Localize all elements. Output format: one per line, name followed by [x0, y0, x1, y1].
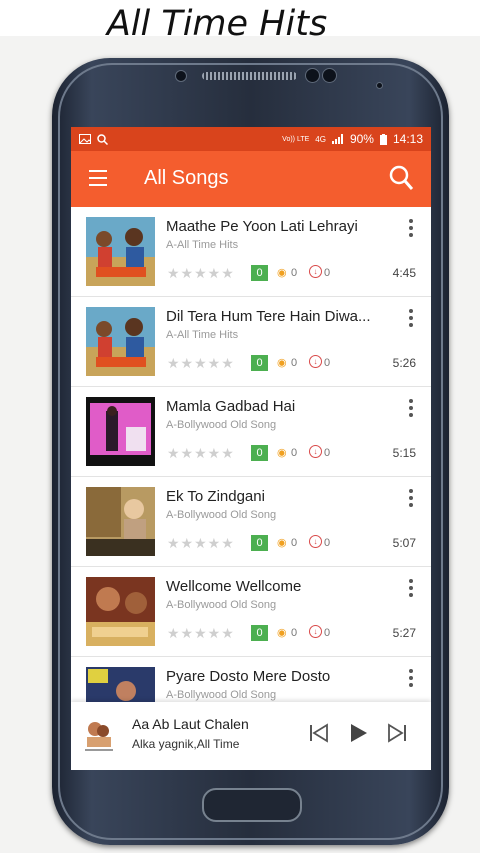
- song-list: Maathe Pe Yoon Lati Lehrayi A-All Time H…: [71, 207, 431, 747]
- more-options-icon[interactable]: [409, 399, 413, 420]
- download-icon: ↓: [309, 445, 322, 458]
- home-button[interactable]: [202, 788, 302, 822]
- album-art-thumbnail: [86, 217, 155, 286]
- volte-label: Vo)) LTE: [282, 135, 310, 143]
- view-count: 0: [291, 357, 298, 369]
- app-bar: All Songs: [71, 151, 431, 207]
- led-icon: [376, 82, 383, 89]
- album-art-thumbnail: [86, 307, 155, 376]
- download-count: 0: [324, 447, 331, 459]
- more-options-icon[interactable]: [409, 219, 413, 240]
- song-list-item[interactable]: Wellcome Wellcome A-Bollywood Old Song ★…: [71, 567, 431, 657]
- network-type: 4G: [315, 134, 326, 144]
- download-icon: ↓: [309, 355, 322, 368]
- song-title: Mamla Gadbad Hai: [166, 398, 296, 415]
- song-album: A-Bollywood Old Song: [166, 689, 277, 701]
- download-icon: ↓: [309, 535, 322, 548]
- song-title: Ek To Zindgani: [166, 488, 265, 505]
- more-options-icon[interactable]: [409, 579, 413, 600]
- now-playing-artist: Alka yagnik,All Time: [132, 737, 240, 751]
- song-title: Maathe Pe Yoon Lati Lehrayi: [166, 218, 358, 235]
- eye-icon: ◉: [277, 357, 287, 369]
- now-playing-thumbnail: [81, 715, 117, 755]
- download-count: 0: [324, 537, 331, 549]
- status-bar: Vo)) LTE 4G 90% 14:13: [71, 127, 431, 151]
- song-album: A-Bollywood Old Song: [166, 599, 277, 611]
- star-rating[interactable]: ★★★★★: [167, 535, 235, 552]
- phone-screen: Vo)) LTE 4G 90% 14:13 All Songs Maathe P…: [71, 127, 431, 770]
- song-album: A-All Time Hits: [166, 239, 239, 251]
- song-duration: 5:27: [392, 626, 416, 640]
- song-title: Wellcome Wellcome: [166, 578, 302, 595]
- eye-icon: ◉: [277, 627, 287, 639]
- battery-percent: 90%: [349, 132, 374, 146]
- download-icon: ↓: [309, 265, 322, 278]
- page-title: All Songs: [144, 167, 229, 189]
- song-album: A-Bollywood Old Song: [166, 509, 277, 521]
- front-camera-icon: [175, 70, 187, 82]
- song-album: A-Bollywood Old Song: [166, 419, 277, 431]
- star-rating[interactable]: ★★★★★: [167, 355, 235, 372]
- download-count: 0: [324, 357, 331, 369]
- signal-icon: [331, 134, 343, 144]
- search-notification-icon: [97, 133, 108, 145]
- count-badge: 0: [251, 535, 268, 551]
- next-icon[interactable]: [387, 722, 407, 744]
- now-playing-title: Aa Ab Laut Chalen: [132, 716, 249, 732]
- more-options-icon[interactable]: [409, 669, 413, 690]
- hamburger-menu-icon[interactable]: [89, 170, 107, 186]
- count-badge: 0: [251, 445, 268, 461]
- song-list-item[interactable]: Maathe Pe Yoon Lati Lehrayi A-All Time H…: [71, 207, 431, 297]
- album-art-thumbnail: [86, 577, 155, 646]
- song-list-item[interactable]: Ek To Zindgani A-Bollywood Old Song ★★★★…: [71, 477, 431, 567]
- clock: 14:13: [392, 132, 423, 146]
- earpiece-speaker: [202, 72, 297, 80]
- sensor-icon: [322, 68, 337, 83]
- song-duration: 4:45: [392, 266, 416, 280]
- song-duration: 5:26: [392, 356, 416, 370]
- search-icon[interactable]: [389, 165, 413, 191]
- eye-icon: ◉: [277, 267, 287, 279]
- song-duration: 5:15: [392, 446, 416, 460]
- previous-icon[interactable]: [309, 722, 329, 744]
- more-options-icon[interactable]: [409, 489, 413, 510]
- album-art-thumbnail: [86, 397, 155, 466]
- download-count: 0: [324, 627, 331, 639]
- album-art-thumbnail: [86, 487, 155, 556]
- view-count: 0: [291, 267, 298, 279]
- banner-title: All Time Hits: [106, 4, 328, 44]
- song-list-item[interactable]: Mamla Gadbad Hai A-Bollywood Old Song ★★…: [71, 387, 431, 477]
- view-count: 0: [291, 627, 298, 639]
- star-rating[interactable]: ★★★★★: [167, 445, 235, 462]
- song-album: A-All Time Hits: [166, 329, 239, 341]
- view-count: 0: [291, 537, 298, 549]
- mini-player[interactable]: Aa Ab Laut Chalen Alka yagnik,All Time: [71, 702, 431, 770]
- star-rating[interactable]: ★★★★★: [167, 265, 235, 282]
- star-rating[interactable]: ★★★★★: [167, 625, 235, 642]
- count-badge: 0: [251, 265, 268, 281]
- song-title: Pyare Dosto Mere Dosto: [166, 668, 331, 685]
- view-count: 0: [291, 447, 298, 459]
- eye-icon: ◉: [277, 537, 287, 549]
- song-list-item[interactable]: Dil Tera Hum Tere Hain Diwa... A-All Tim…: [71, 297, 431, 387]
- count-badge: 0: [251, 625, 268, 641]
- sensor-icon: [305, 68, 320, 83]
- gallery-icon: [79, 134, 91, 144]
- song-duration: 5:07: [392, 536, 416, 550]
- more-options-icon[interactable]: [409, 309, 413, 330]
- download-icon: ↓: [309, 625, 322, 638]
- song-title: Dil Tera Hum Tere Hain Diwa...: [166, 308, 371, 325]
- download-count: 0: [324, 267, 331, 279]
- battery-icon: [379, 133, 387, 145]
- eye-icon: ◉: [277, 447, 287, 459]
- play-icon[interactable]: [347, 722, 369, 744]
- count-badge: 0: [251, 355, 268, 371]
